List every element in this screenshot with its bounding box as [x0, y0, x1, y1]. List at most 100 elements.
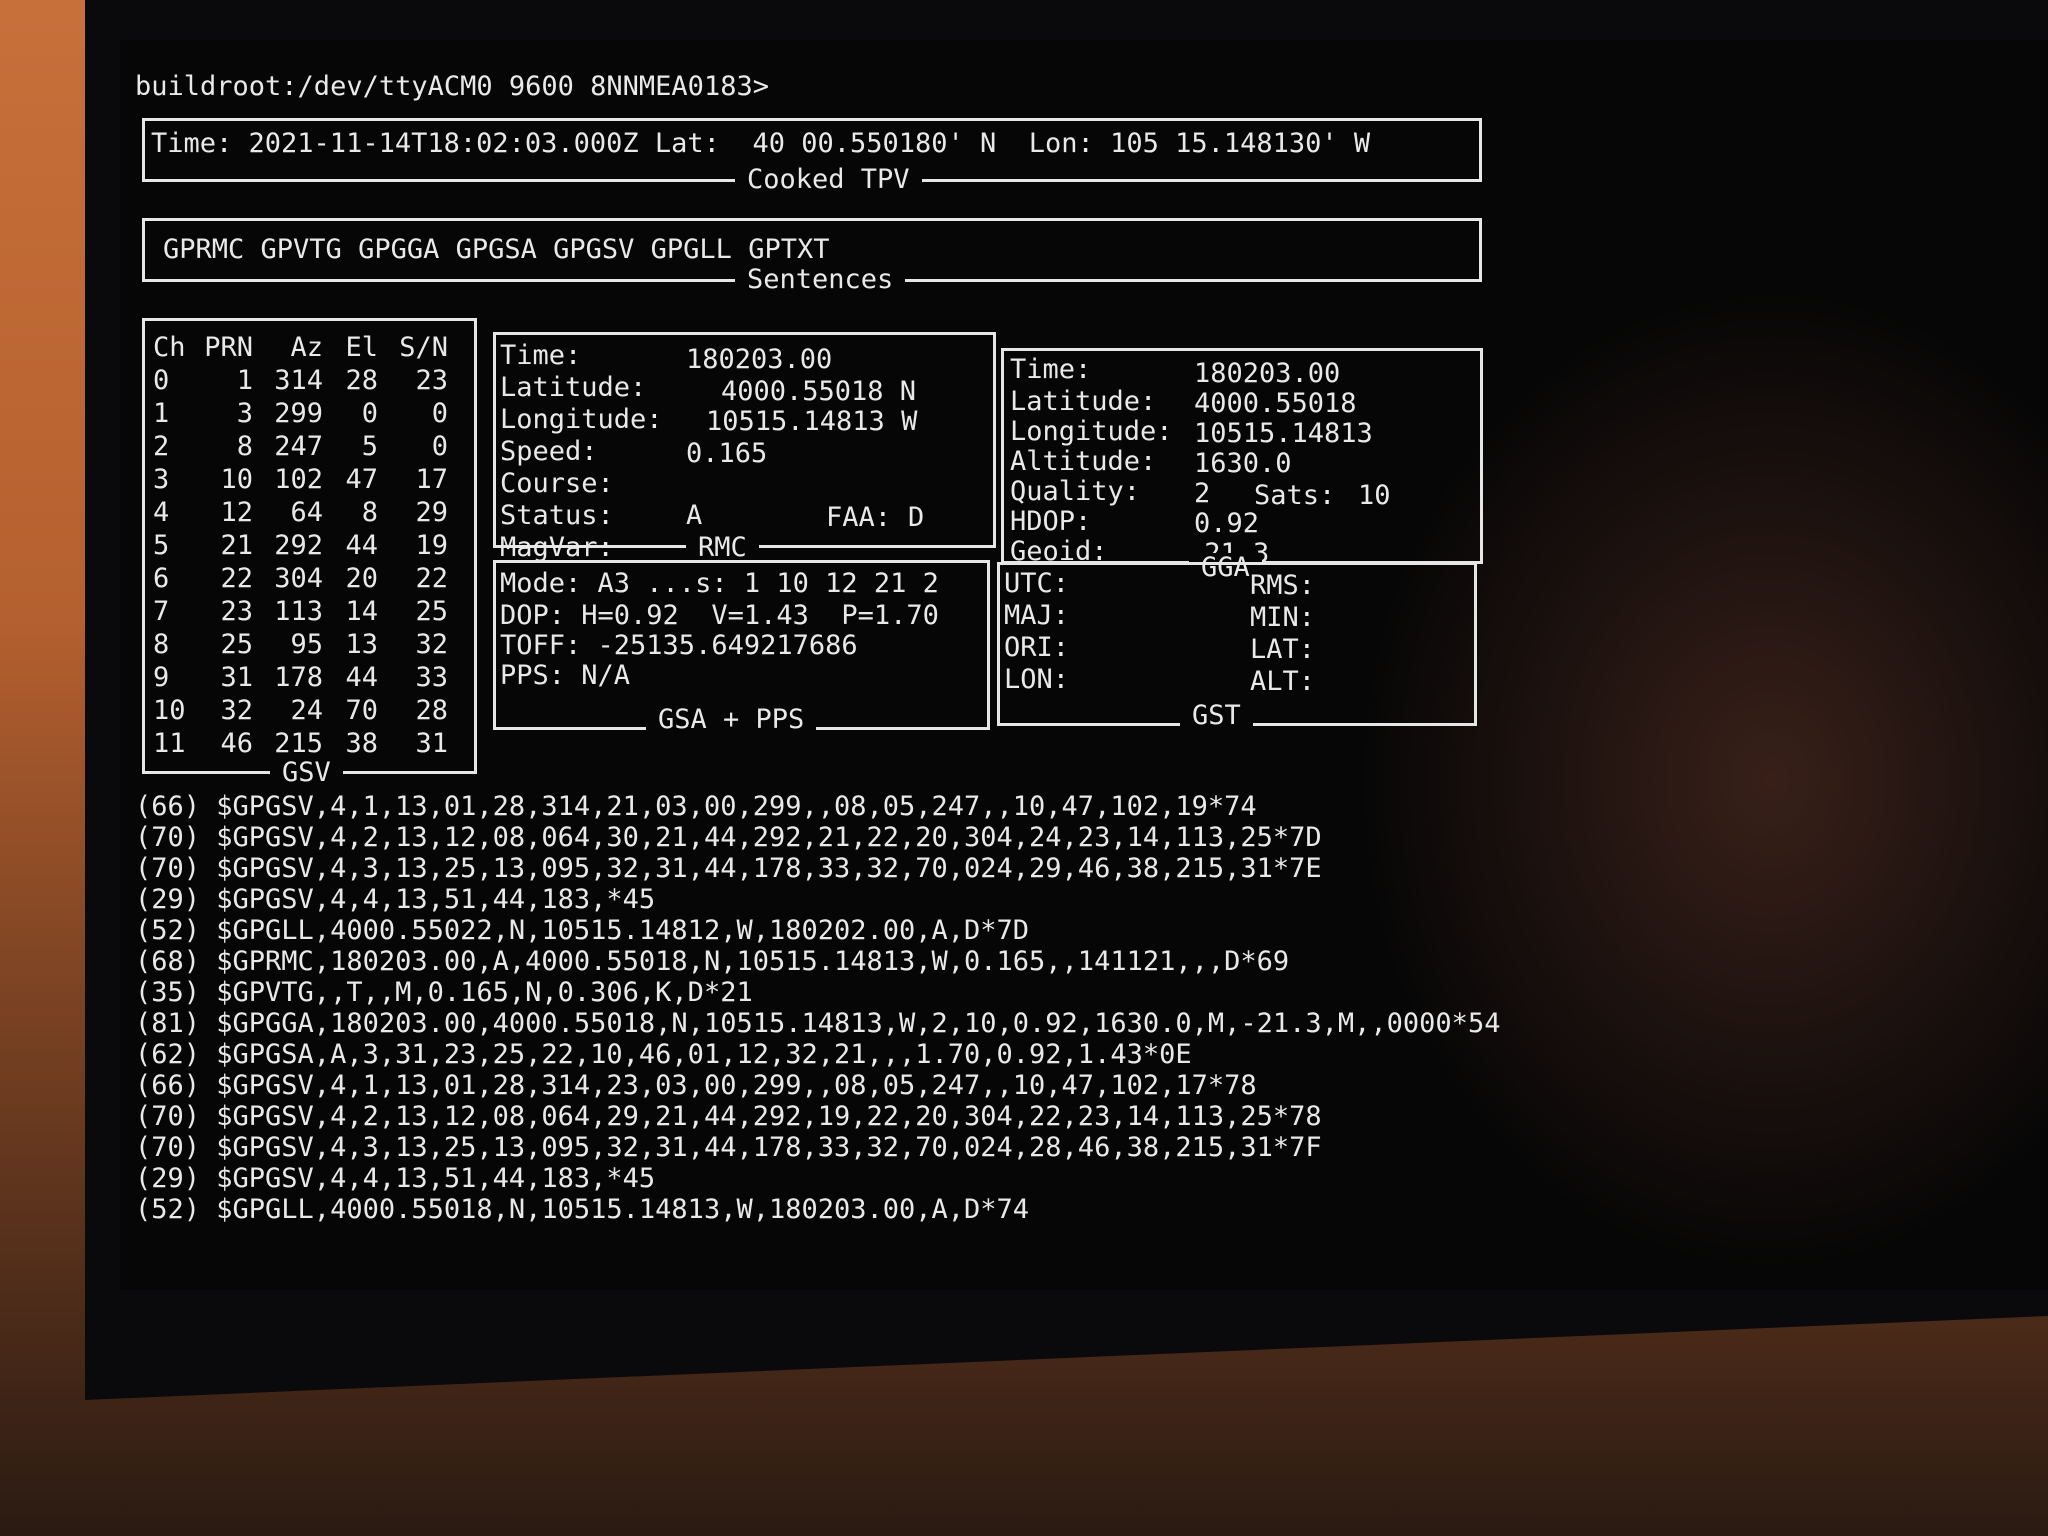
nmea-line: (66) $GPGSV,4,1,13,01,28,314,23,03,00,29…: [135, 1070, 1257, 1101]
rmc-panel: Time: 180203.00 Latitude: 4000.55018 N L…: [493, 332, 996, 563]
gsv-col-az: Az: [290, 332, 323, 363]
gsv-cell: 113: [274, 596, 323, 627]
gsv-col-ch: Ch: [153, 332, 186, 363]
gsv-panel: Ch PRN Az El S/N 0 1 314 28 23 1 3 299 0 0 2 8 247 5 0…: [142, 318, 477, 788]
gsv-cell: 8: [236, 431, 253, 462]
gga-lat-value: 4000.55018: [1194, 388, 1357, 419]
gst-alt-label: ALT:: [1250, 666, 1316, 697]
gst-lat-label: LAT:: [1250, 634, 1316, 665]
tpv-panel: Time: 2021-11-14T18:02:03.000Z Lat: 40 0…: [142, 118, 1482, 195]
gsv-row: 3 10 102 47 17: [153, 463, 448, 496]
rmc-time-value: 180203.00: [686, 344, 833, 375]
gsv-cell: 8: [361, 497, 378, 528]
gsv-cell: 1: [153, 398, 170, 429]
rmc-title: RMC: [686, 533, 759, 563]
rmc-status-value: A: [686, 500, 703, 531]
gsv-cell: 0: [153, 365, 170, 396]
gsv-cell: 8: [153, 629, 170, 660]
gsv-cell: 31: [415, 728, 448, 759]
gsv-cell: 10: [220, 464, 253, 495]
gsv-cell: 64: [290, 497, 323, 528]
gsv-cell: 21: [220, 530, 253, 561]
gga-quality-label: Quality:: [1010, 476, 1141, 507]
gsv-cell: 292: [274, 530, 323, 561]
gga-alt-label: Altitude:: [1010, 446, 1157, 477]
gst-panel: UTC: RMS: MAJ: MIN: ORI: LAT: LON: ALT: …: [997, 562, 1477, 731]
rmc-status-label: Status:: [500, 500, 614, 531]
nmea-line: (62) $GPGSA,A,3,31,23,25,22,10,46,01,12,…: [135, 1039, 1192, 1070]
gga-sats-value: 10: [1358, 480, 1391, 511]
gga-lat-label: Latitude:: [1010, 386, 1157, 417]
gsv-cell: 12: [220, 497, 253, 528]
nmea-log: (66) $GPGSV,4,1,13,01,28,314,21,03,00,29…: [135, 790, 1501, 1225]
gsv-row: 0 1 314 28 23: [153, 364, 448, 397]
gsv-cell: 11: [153, 728, 186, 759]
gsv-col-prn: PRN: [204, 332, 253, 363]
gga-sats-label: Sats:: [1254, 480, 1336, 511]
gsv-table: Ch PRN Az El S/N 0 1 314 28 23 1 3 299 0 0 2 8 247 5 0…: [153, 331, 448, 760]
rmc-lat-value: 4000.55018 N: [721, 376, 917, 407]
gsa-dop: DOP: H=0.92 V=1.43 P=1.70: [500, 600, 939, 631]
gst-title: GST: [1180, 701, 1253, 731]
gga-quality-value: 2: [1194, 478, 1211, 509]
gsv-cell: 46: [220, 728, 253, 759]
gsv-cell: 44: [345, 530, 378, 561]
gsv-cell: 6: [153, 563, 170, 594]
gsv-cell: 7: [153, 596, 170, 627]
nmea-line: (81) $GPGGA,180203.00,4000.55018,N,10515…: [135, 1008, 1501, 1039]
nmea-line: (29) $GPGSV,4,4,13,51,44,183,*45: [135, 1163, 656, 1194]
gga-panel: Time: 180203.00 Latitude: 4000.55018 Lon…: [1001, 348, 1483, 583]
gsv-row: 10 32 24 70 28: [153, 694, 448, 727]
gsv-row: 9 31 178 44 33: [153, 661, 448, 694]
gsv-row: 5 21 292 44 19: [153, 529, 448, 562]
gsv-cell: 2: [153, 431, 170, 462]
nmea-line: (52) $GPGLL,4000.55022,N,10515.14812,W,1…: [135, 915, 1030, 946]
gsv-row: 11 46 215 38 31: [153, 727, 448, 760]
gsv-cell: 38: [345, 728, 378, 759]
nmea-line: (70) $GPGSV,4,3,13,25,13,095,32,31,44,17…: [135, 1132, 1322, 1163]
gsv-cell: 102: [274, 464, 323, 495]
gsv-cell: 1: [236, 365, 253, 396]
nmea-line: (29) $GPGSV,4,4,13,51,44,183,*45: [135, 884, 656, 915]
gsv-col-el: El: [345, 332, 378, 363]
gsa-pps-panel: Mode: A3 ...s: 1 10 12 21 2 DOP: H=0.92 …: [493, 560, 990, 735]
gsv-cell: 5: [153, 530, 170, 561]
gsv-cell: 299: [274, 398, 323, 429]
rmc-course-label: Course:: [500, 468, 614, 499]
gsv-title: GSV: [270, 758, 343, 788]
rmc-lat-label: Latitude:: [500, 372, 647, 403]
gst-ori-label: ORI:: [1004, 632, 1070, 663]
gsv-cell: 44: [345, 662, 378, 693]
gga-hdop-label: HDOP:: [1010, 506, 1092, 537]
rmc-lon-value: 10515.14813 W: [706, 406, 918, 437]
gsv-cell: 28: [345, 365, 378, 396]
gsv-cell: 23: [220, 596, 253, 627]
gsa-mode: Mode: A3 ...s: 1 10 12 21 2: [500, 568, 939, 599]
gst-lon-label: LON:: [1004, 664, 1070, 695]
sentences-line: GPRMC GPVTG GPGGA GPGSA GPGSV GPGLL GPTX…: [163, 234, 830, 265]
gsv-cell: 32: [220, 695, 253, 726]
gsv-cell: 5: [361, 431, 378, 462]
gsv-cell: 19: [415, 530, 448, 561]
gsv-header-row: Ch PRN Az El S/N: [153, 331, 448, 364]
nmea-line: (35) $GPVTG,,T,,M,0.165,N,0.306,K,D*21: [135, 977, 753, 1008]
nmea-line: (70) $GPGSV,4,2,13,12,08,064,30,21,44,29…: [135, 822, 1322, 853]
tpv-title: Cooked TPV: [735, 165, 922, 195]
nmea-line: (70) $GPGSV,4,3,13,25,13,095,32,31,44,17…: [135, 853, 1322, 884]
gsv-cell: 22: [415, 563, 448, 594]
gsv-cell: 47: [345, 464, 378, 495]
gsv-cell: 28: [415, 695, 448, 726]
gsv-cell: 13: [345, 629, 378, 660]
gsv-cell: 3: [153, 464, 170, 495]
command-prompt: buildroot:/dev/ttyACM0 9600 8NNMEA0183>: [135, 71, 769, 102]
gga-lon-label: Longitude:: [1010, 416, 1173, 447]
gsv-row: 4 12 64 8 29: [153, 496, 448, 529]
gsv-cell: 314: [274, 365, 323, 396]
gga-hdop-value: 0.92: [1194, 508, 1260, 539]
nmea-line: (70) $GPGSV,4,2,13,12,08,064,29,21,44,29…: [135, 1101, 1322, 1132]
nmea-line: (66) $GPGSV,4,1,13,01,28,314,21,03,00,29…: [135, 791, 1257, 822]
gga-time-value: 180203.00: [1194, 358, 1341, 389]
gsv-cell: 25: [415, 596, 448, 627]
rmc-lon-label: Longitude:: [500, 404, 663, 435]
gsv-cell: 24: [290, 695, 323, 726]
